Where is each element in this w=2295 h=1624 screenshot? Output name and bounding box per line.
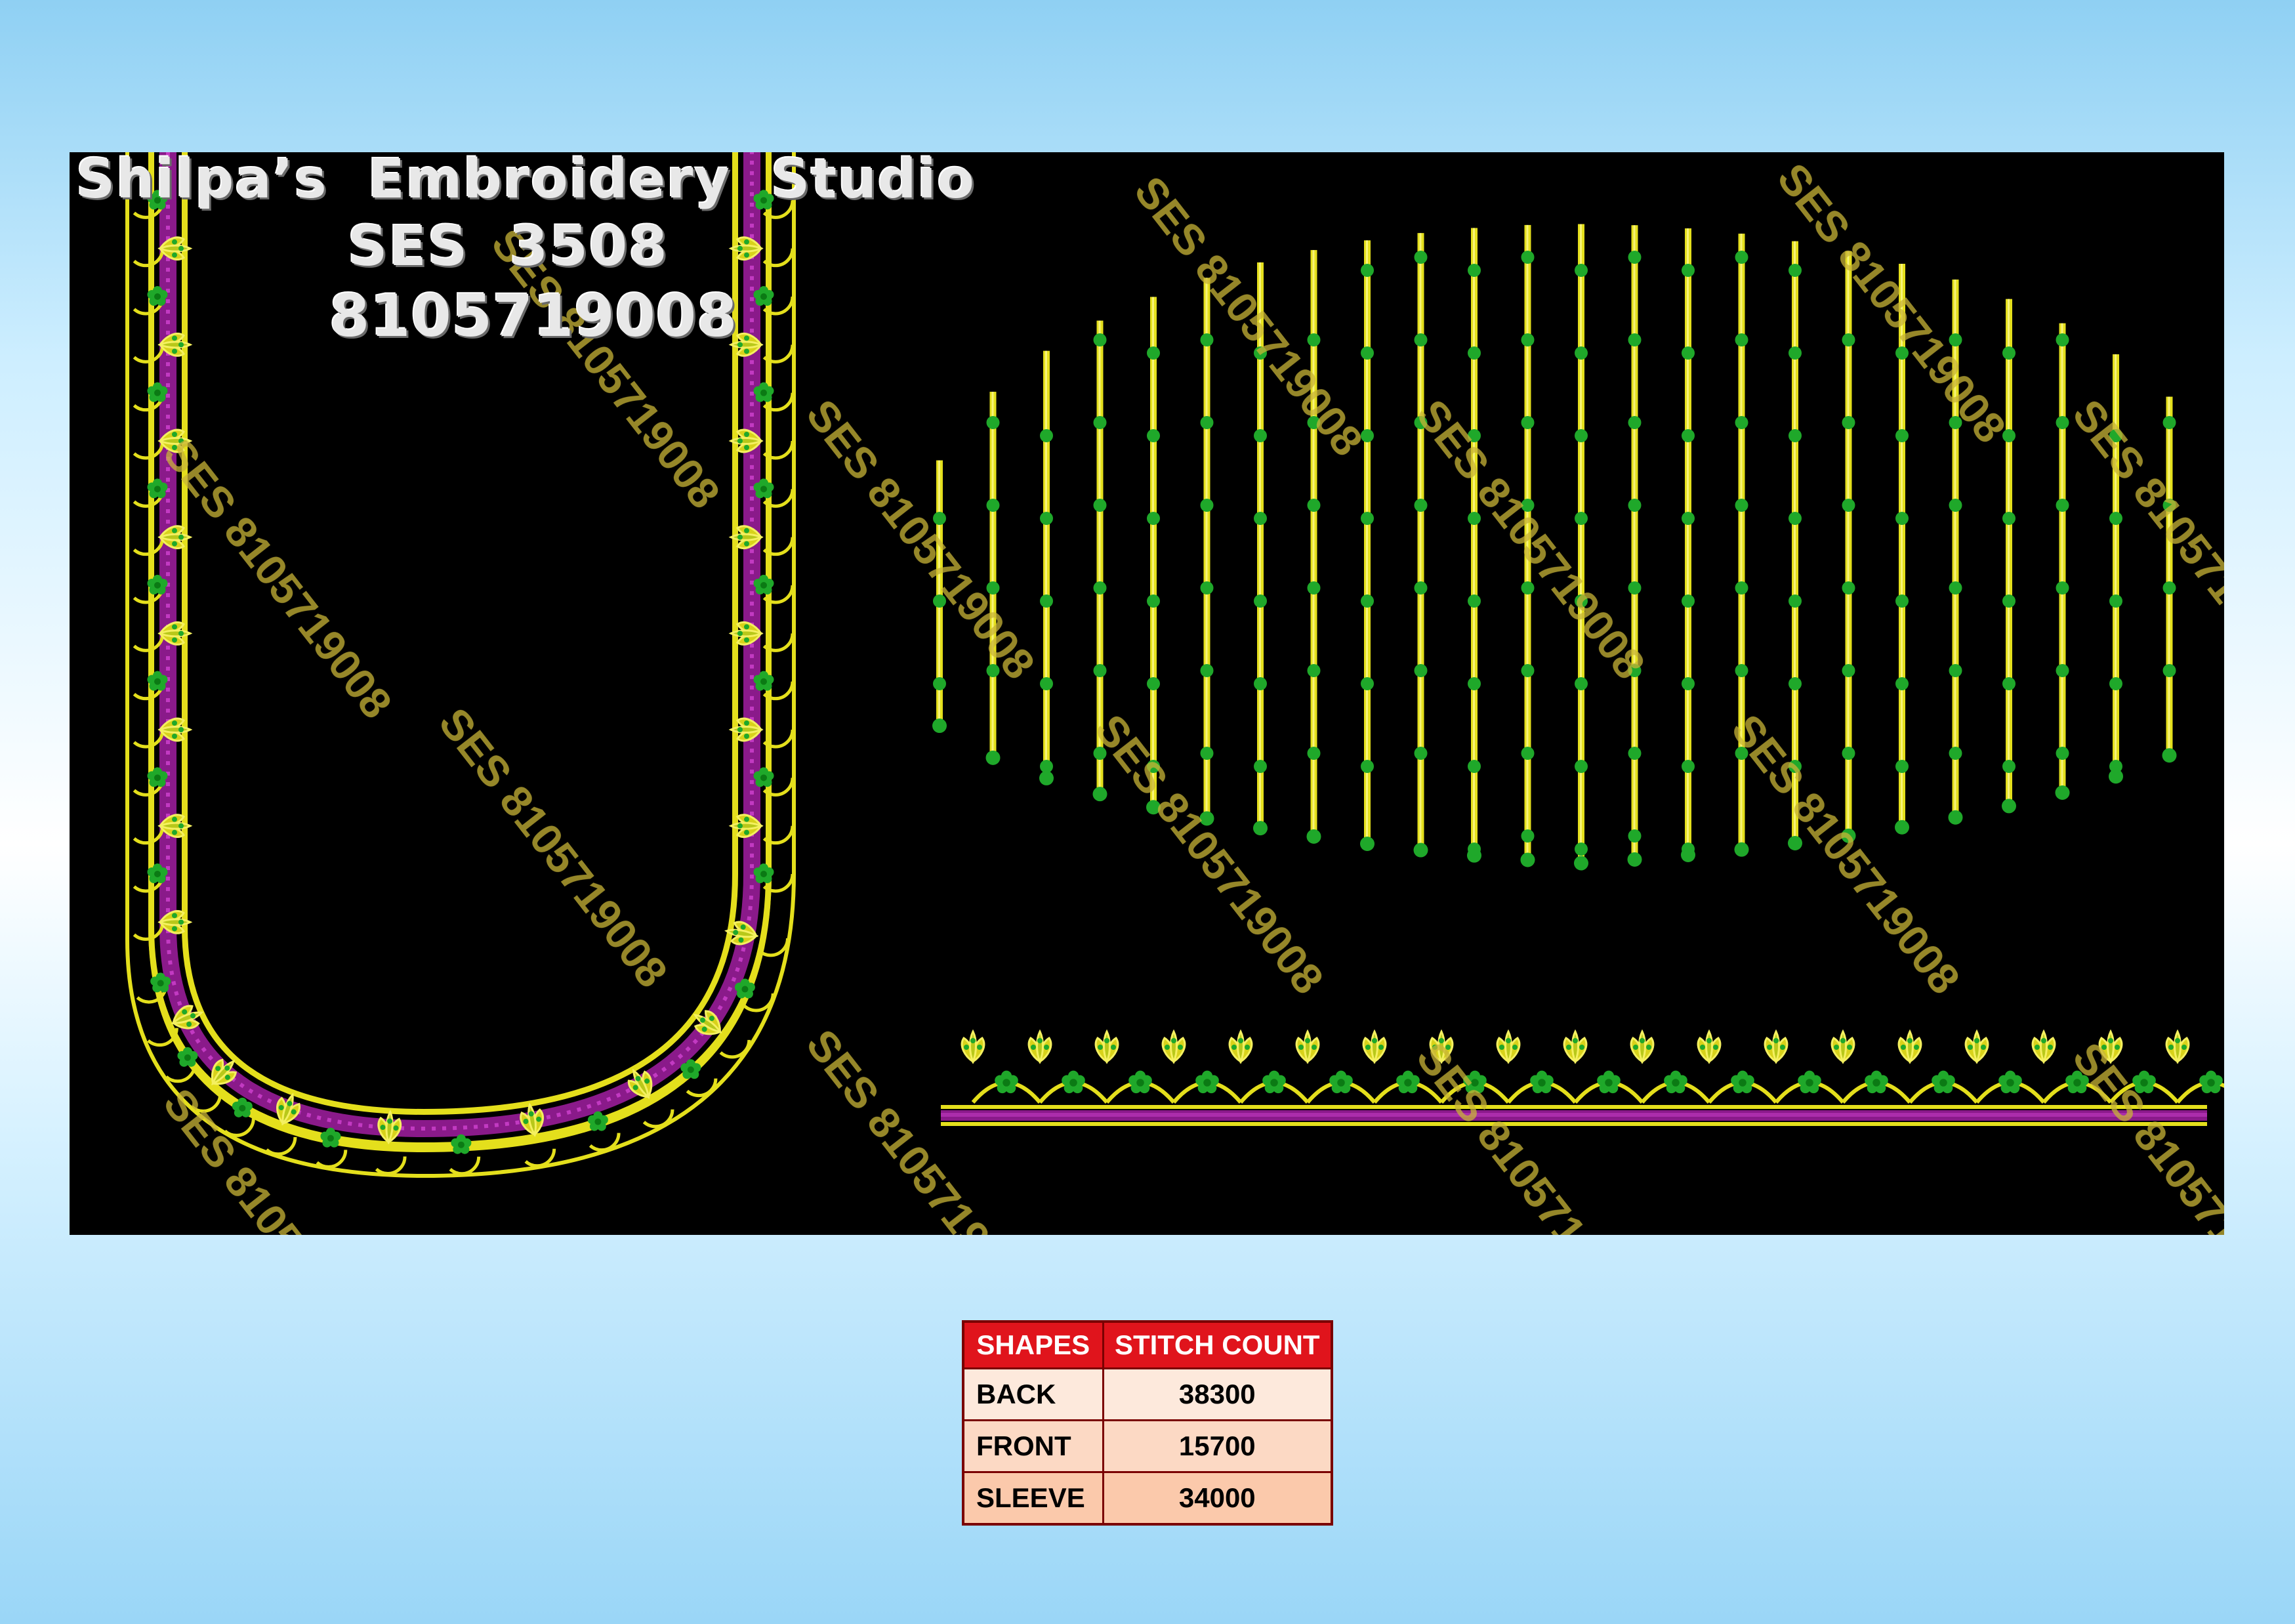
shape-cell: SLEEVE xyxy=(962,1471,1104,1526)
watermark-text: SES 8105719008 xyxy=(154,430,402,727)
studio-phone: 8105719008 xyxy=(329,282,738,350)
table-row: FRONT 15700 xyxy=(962,1419,1333,1473)
stitch-count-cell: 34000 xyxy=(1102,1471,1333,1526)
design-code: SES 3508 xyxy=(348,214,669,278)
watermark-text: SES 8105719008 xyxy=(1125,167,1373,465)
stitch-count-cell: 15700 xyxy=(1102,1419,1333,1473)
watermark-text: SES 8105719008 xyxy=(430,699,677,996)
watermark-text: SES 8105719008 xyxy=(2063,390,2224,688)
stitch-count-table: SHAPES STITCH COUNT BACK 38300 FRONT 157… xyxy=(962,1320,1333,1526)
stitch-count-cell: 38300 xyxy=(1102,1367,1333,1421)
table-row: SLEEVE 34000 xyxy=(962,1471,1333,1526)
watermark-text: SES 8105719008 xyxy=(1768,154,2016,451)
table-header-row: SHAPES STITCH COUNT xyxy=(962,1320,1333,1369)
design-canvas: SES 8105719008 SES 8105719008 SES 81057190… xyxy=(70,148,2224,1235)
shapes-column-header: SHAPES xyxy=(962,1320,1104,1369)
watermark-text: SES 8105719008 xyxy=(797,1020,1044,1235)
stitch-count-column-header: STITCH COUNT xyxy=(1102,1320,1333,1369)
table-row: BACK 38300 xyxy=(962,1367,1333,1421)
watermark-text: SES 8105719008 xyxy=(797,390,1044,688)
watermark-text: SES 8105719008 xyxy=(2063,1033,2224,1235)
studio-name: Shilpa’s Embroidery Studio xyxy=(76,148,976,211)
border-lace-motif-icon xyxy=(941,1030,2224,1126)
shape-cell: FRONT xyxy=(962,1419,1104,1473)
shape-cell: BACK xyxy=(962,1367,1104,1421)
watermark-text: SES 8105719008 xyxy=(1407,1033,1655,1235)
